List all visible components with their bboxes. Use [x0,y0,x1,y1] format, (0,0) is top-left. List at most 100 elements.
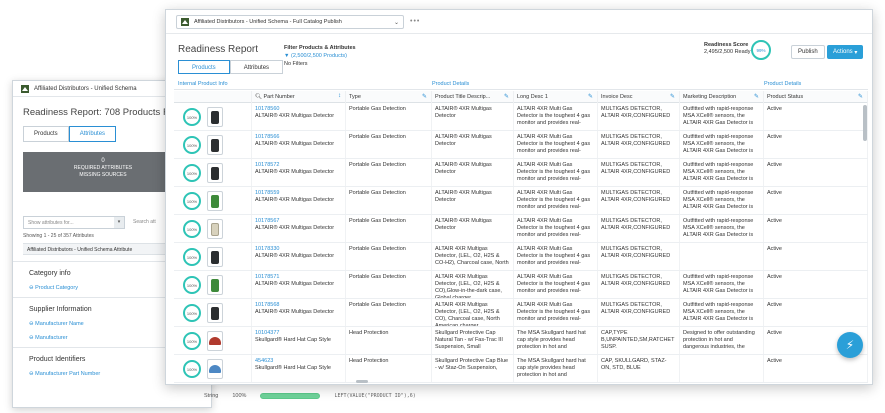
cell-invoice-desc[interactable]: MULTIGAS DETECTOR, ALTAIR 4XR,CONFIGURED [598,271,680,298]
actions-button[interactable]: Actions ▾ [827,45,864,59]
col-marketing-description[interactable]: Marketing Description ✎ [680,91,764,103]
product-image[interactable] [207,107,223,127]
cell-type[interactable]: Portable Gas Detection [346,271,432,298]
cell-product-status[interactable]: Active [764,215,868,242]
edit-icon[interactable]: ✎ [422,93,427,100]
product-image[interactable] [207,359,223,379]
cell-product-status[interactable]: Active [764,187,868,214]
col-part-number[interactable]: 🔍︎ Part Number ↕ [252,91,346,103]
cell-long-desc[interactable]: ALTAIR 4XR Multi Gas Detector is the tou… [514,243,598,270]
cell-product-title[interactable]: ALTAIR 4XR Multigas Detector, (LEL, O2, … [432,299,514,326]
cell-marketing-description[interactable]: Designed to offer outstanding protection… [680,327,764,354]
cell-long-desc[interactable]: ALTAIR 4XR Multi Gas Detector is the tou… [514,299,598,326]
cell-type[interactable]: Portable Gas Detection [346,131,432,158]
edit-icon[interactable]: ✎ [858,93,863,100]
back-tab-products[interactable]: Products [23,126,69,142]
cell-product-status[interactable]: Active [764,271,868,298]
product-image[interactable] [207,275,223,295]
tab-attributes[interactable]: Attributes [229,60,284,74]
part-number-link[interactable]: 10178559 [255,190,342,197]
cell-invoice-desc[interactable]: CAP, SKULLGARD, STAZ-ON, STD, BLUE [598,355,680,382]
edit-icon[interactable]: ✎ [670,93,675,100]
table-row[interactable]: 100% 10178567 ALTAIR® 4XR Multigas Detecto… [174,215,868,243]
product-image[interactable] [207,163,223,183]
table-row[interactable]: 100% 10178571 ALTAIR® 4XR Multigas Detecto… [174,271,868,299]
cell-product-status[interactable]: Active [764,159,868,186]
table-row[interactable]: 100% 10178572 ALTAIR® 4XR Multigas Detecto… [174,159,868,187]
table-row[interactable]: 100% 10178559 ALTAIR® 4XR Multigas Detecto… [174,187,868,215]
edit-icon[interactable]: ✎ [588,93,593,100]
tab-products[interactable]: Products [178,60,230,74]
product-image[interactable] [207,135,223,155]
part-number-link[interactable]: 454623 [255,358,342,365]
part-number-link[interactable]: 10178330 [255,246,342,253]
product-image[interactable] [207,191,223,211]
cell-invoice-desc[interactable]: CAP,TYPE B,UNPAINTED,SM,RATCHET SUSP. [598,327,680,354]
product-image[interactable] [207,247,223,267]
cell-type[interactable]: Portable Gas Detection [346,299,432,326]
col-product-title[interactable]: Product Title Descrip... ✎ [432,91,514,103]
more-options-icon[interactable]: ••• [410,18,420,25]
part-number-link[interactable]: 10178567 [255,218,342,225]
cell-product-title[interactable]: Skullgard Protective Cap Natural Tan - w… [432,327,514,354]
cell-long-desc[interactable]: ALTAIR 4XR Multi Gas Detector is the tou… [514,187,598,214]
cell-long-desc[interactable]: The MSA Skullgard hard hat cap style pro… [514,327,598,354]
cell-type[interactable]: Head Protection [346,327,432,354]
cell-long-desc[interactable]: ALTAIR 4XR Multi Gas Detector is the tou… [514,159,598,186]
cell-product-title[interactable]: ALTAIR 4XR Multigas Detector, (LEL, O2, … [432,271,514,298]
cell-marketing-description[interactable]: Outfitted with rapid-response MSA XCell®… [680,299,764,326]
attribute-formula[interactable]: LEFT(VALUE("PRODUCT ID"),6) [334,393,415,399]
search-icon[interactable]: 🔍︎ [255,94,264,100]
cell-marketing-description[interactable]: Outfitted with rapid-response MSA XCell®… [680,215,764,242]
cell-marketing-description[interactable] [680,355,764,382]
cell-product-title[interactable]: ALTAIR 4XR Multigas Detector, (LEL, O2, … [432,243,514,270]
filter-summary[interactable]: Filter Products & Attributes ▼ (2,500/2,… [284,44,356,68]
part-number-link[interactable]: 10178572 [255,162,342,169]
edit-icon[interactable]: ✎ [754,93,759,100]
product-image[interactable] [207,219,223,239]
cell-product-status[interactable]: Active [764,299,868,326]
cell-long-desc[interactable]: The MSA Skullgard hard hat cap style pro… [514,355,598,382]
col-type[interactable]: Type ✎ [346,91,432,103]
schema-select[interactable]: Affiliated Distributors - Unified Schema… [176,14,404,29]
attribute-filter-select[interactable]: Show attributes for... ▾ [23,216,125,229]
cell-type[interactable]: Portable Gas Detection [346,215,432,242]
cell-product-status[interactable]: Active [764,103,868,130]
part-number-link[interactable]: 10178560 [255,106,342,113]
part-number-link[interactable]: 10178566 [255,134,342,141]
cell-invoice-desc[interactable]: MULTIGAS DETECTOR, ALTAIR 4XR,CONFIGURED [598,103,680,130]
col-product-status[interactable]: Product Status ✎ [764,91,868,103]
part-number-link[interactable]: 10104377 [255,330,342,337]
cell-type[interactable]: Head Protection [346,355,432,382]
cell-type[interactable]: Portable Gas Detection [346,243,432,270]
part-number-link[interactable]: 10178571 [255,274,342,281]
cell-invoice-desc[interactable]: MULTIGAS DETECTOR, ALTAIR 4XR,CONFIGURED [598,299,680,326]
cell-marketing-description[interactable]: Outfitted with rapid-response MSA XCell®… [680,271,764,298]
publish-button[interactable]: Publish [791,45,825,59]
back-tab-attributes[interactable]: Attributes [68,126,117,142]
cell-marketing-description[interactable]: Outfitted with rapid-response MSA XCell®… [680,187,764,214]
cell-marketing-description[interactable] [680,243,764,270]
sort-icon[interactable]: ↕ [338,93,341,99]
cell-type[interactable]: Portable Gas Detection [346,103,432,130]
cell-product-title[interactable]: ALTAIR® 4XR Multigas Detector [432,215,514,242]
table-row[interactable]: 100% 454623 Skullgard® Hard Hat Cap Style H… [174,355,868,383]
cell-marketing-description[interactable]: Outfitted with rapid-response MSA XCell®… [680,131,764,158]
part-number-link[interactable]: 10178568 [255,302,342,309]
cell-product-title[interactable]: ALTAIR® 4XR Multigas Detector [432,131,514,158]
cell-product-title[interactable]: Skullgard Protective Cap Blue - w/ Staz-… [432,355,514,382]
table-row[interactable]: 100% 10178560 ALTAIR® 4XR Multigas Detecto… [174,103,868,131]
table-row[interactable]: 100% 10104377 Skullgard® Hard Hat Cap Styl… [174,327,868,355]
cell-invoice-desc[interactable]: MULTIGAS DETECTOR, ALTAIR 4XR,CONFIGURED [598,215,680,242]
cell-type[interactable]: Portable Gas Detection [346,187,432,214]
col-invoice-desc[interactable]: Invoice Desc ✎ [598,91,680,103]
cell-long-desc[interactable]: ALTAIR 4XR Multi Gas Detector is the tou… [514,103,598,130]
table-row[interactable]: 100% 10178568 ALTAIR® 4XR Multigas Detecto… [174,299,868,327]
cell-product-title[interactable]: ALTAIR® 4XR Multigas Detector [432,187,514,214]
cell-invoice-desc[interactable]: MULTIGAS DETECTOR, ALTAIR 4XR,CONFIGURED [598,187,680,214]
cell-type[interactable]: Portable Gas Detection [346,159,432,186]
attribute-search-input[interactable]: Search att [133,216,156,229]
edit-icon[interactable]: ✎ [504,93,509,100]
table-row[interactable]: 100% 10178566 ALTAIR® 4XR Multigas Detecto… [174,131,868,159]
cell-product-status[interactable]: Active [764,355,868,382]
